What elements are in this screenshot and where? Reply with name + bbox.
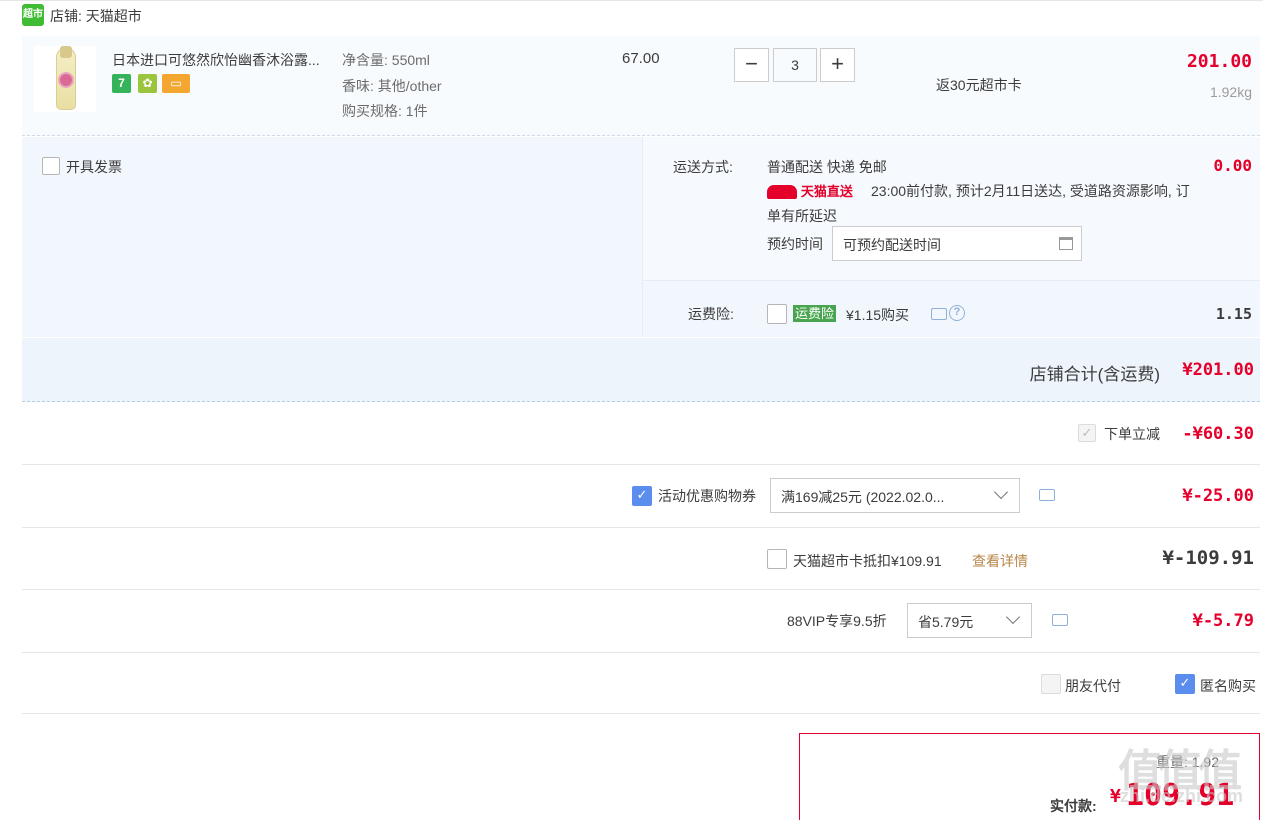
delivery-note-line1: 23:00前付款, 预计2月11日送达, 受道路资源影响, 订 (871, 183, 1190, 199)
product-thumbnail[interactable] (34, 46, 96, 112)
cat-head-icon (767, 185, 797, 200)
insurance-amount: 1.15 (1215, 305, 1252, 323)
invoice-checkbox[interactable] (42, 157, 60, 175)
vip-selected: 省5.79元 (918, 614, 974, 630)
message-icon[interactable] (1052, 614, 1068, 626)
card-deduction-label: 天猫超市卡抵扣¥109.91 (793, 553, 942, 569)
watermark-domain: zhi.de.zhi.com (1120, 786, 1244, 806)
instant-discount-checkbox: ✓ (1078, 424, 1096, 442)
delivery-note-line2: 单有所延迟 (767, 208, 837, 224)
help-icon[interactable]: ? (949, 305, 965, 321)
card-deduction-row: 天猫超市卡抵扣¥109.91 查看详情 ¥-109.91 (22, 528, 1260, 590)
coupon-value: ¥-25.00 (1182, 486, 1254, 506)
coupon-row: ✓ 活动优惠购物券 满169减25元 (2022.02.0... ¥-25.00 (22, 465, 1260, 528)
card-deduction-value: ¥-109.91 (1162, 547, 1254, 569)
schedule-time-input[interactable]: 可预约配送时间 (832, 226, 1082, 261)
store-header: 超市 店铺: 天猫超市 (0, 0, 1263, 30)
coupon-selected: 满169减25元 (2022.02.0... (781, 489, 945, 505)
seven-day-return-badge[interactable]: 7 (112, 74, 131, 93)
bottle-label (58, 72, 74, 88)
insurance-desc: ¥1.15购买 (846, 307, 910, 323)
rebate-note: 返30元超市卡 (936, 77, 1022, 93)
vip-value: ¥-5.79 (1192, 611, 1254, 631)
invoice-label[interactable]: 开具发票 (66, 157, 122, 177)
insurance-label: 运费险: (688, 306, 734, 322)
line-total: 201.00 (1186, 51, 1252, 72)
tmall-direct-logo: 天猫直送 (767, 181, 859, 200)
shipping-insurance-panel: 运费险: 运费险 ¥1.15购买 ? 1.15 (642, 282, 1260, 337)
anonymous-label[interactable]: 匿名购买 (1200, 676, 1256, 696)
quantity-input[interactable]: 3 (773, 48, 817, 82)
friend-pay-checkbox[interactable] (1041, 674, 1061, 694)
bottle-cap (60, 46, 72, 58)
delivery-fee: 0.00 (1213, 156, 1252, 175)
schedule-label: 预约时间 (767, 236, 823, 252)
tmall-direct-text: 天猫直送 (800, 184, 853, 199)
insurance-tag: 运费险 (793, 305, 837, 322)
attr-volume: 净含量: 550ml (342, 52, 430, 68)
store-total-label: 店铺合计(含运费) (1029, 365, 1160, 384)
product-name[interactable]: 日本进口可悠然欣怡幽香沐浴露... (112, 50, 337, 70)
instant-discount-row: ✓ 下单立减 -¥60.30 (22, 403, 1260, 465)
store-name[interactable]: 店铺: 天猫超市 (50, 6, 142, 26)
card-details-link[interactable]: 查看详情 (972, 551, 1028, 571)
coupon-checkbox[interactable]: ✓ (632, 486, 652, 506)
insurance-checkbox[interactable] (767, 304, 787, 324)
actual-pay-label: 实付款: (1050, 798, 1097, 814)
line-weight: 1.92kg (1209, 84, 1252, 100)
friend-pay-label[interactable]: 朋友代付 (1065, 676, 1121, 696)
tmall-supermarket-logo: 超市 (22, 4, 44, 26)
quantity-decrease-button[interactable]: − (734, 48, 769, 82)
card-deduction-checkbox[interactable] (767, 549, 787, 569)
card-badge-icon[interactable]: ▭ (162, 74, 190, 93)
attr-spec: 购买规格: 1件 (342, 103, 428, 119)
delivery-section: 开具发票 运送方式: 普通配送 快递 免邮 0.00 天猫直送 23:00前付款… (22, 137, 1260, 337)
product-row: 日本进口可悠然欣怡幽香沐浴露... 7 ✿ ▭ 净含量: 550ml 香味: 其… (22, 36, 1260, 136)
anonymous-checkbox[interactable]: ✓ (1175, 674, 1195, 694)
store-total-value: ¥201.00 (1182, 360, 1254, 380)
instant-discount-label: 下单立减 (1104, 426, 1160, 442)
shield-badge-icon[interactable]: ✿ (138, 74, 157, 93)
vip-label: 88VIP专享9.5折 (787, 613, 887, 629)
calendar-icon[interactable] (1059, 237, 1073, 250)
message-icon[interactable] (1039, 489, 1055, 501)
store-total-row: 店铺合计(含运费) ¥201.00 (22, 338, 1260, 402)
unit-price: 67.00 (622, 50, 660, 67)
payment-options-row: 朋友代付 ✓ 匿名购买 (22, 653, 1260, 714)
coupon-label: 活动优惠购物券 (658, 488, 756, 504)
vip-discount-row: 88VIP专享9.5折 省5.79元 ¥-5.79 (22, 590, 1260, 653)
schedule-placeholder: 可预约配送时间 (843, 237, 941, 253)
coupon-select[interactable]: 满169减25元 (2022.02.0... (770, 478, 1020, 513)
message-icon[interactable] (931, 308, 947, 320)
delivery-method-value: 普通配送 快递 免邮 (767, 159, 887, 175)
attr-scent: 香味: 其他/other (342, 78, 442, 94)
delivery-method-label: 运送方式: (673, 159, 733, 175)
instant-discount-value: -¥60.30 (1182, 424, 1254, 444)
quantity-increase-button[interactable]: + (820, 48, 855, 82)
